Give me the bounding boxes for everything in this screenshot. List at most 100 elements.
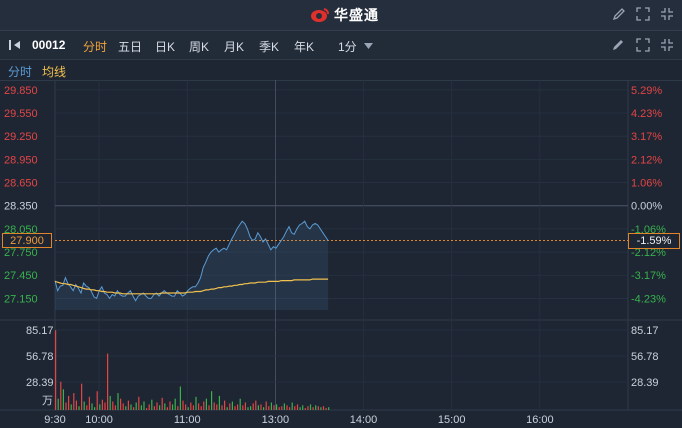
pct-tick-label: 0.00% [631,201,662,213]
volume-tick-label-right: 56.78 [631,351,659,363]
volume-bar [289,407,291,410]
time-tick-label: 11:00 [174,414,201,426]
volume-bar [244,402,246,410]
price-tick-label: 29.850 [4,85,38,97]
price-tick-label: 29.550 [4,108,38,120]
price-tick-label: 29.250 [4,131,38,143]
volume-bar [278,407,280,410]
volume-bar [299,407,301,410]
volume-tick-label: 28.39 [26,377,54,389]
volume-bar [255,400,257,410]
volume-bar [73,393,75,410]
volume-bar [138,396,140,410]
volume-bar [151,399,153,410]
volume-bar [247,407,249,410]
volume-bar [263,407,265,410]
volume-bar [107,353,109,410]
volume-bar [55,330,57,410]
volume-bar [260,404,262,410]
price-tick-label: 27.450 [4,270,38,282]
volume-bar [200,406,202,410]
volume-bar [205,398,207,410]
volume-tick-label: 85.17 [26,325,54,337]
volume-bar [276,404,278,410]
volume-bar [135,402,137,410]
pct-tick-label: -4.23% [631,293,666,305]
volume-bar [270,402,272,410]
volume-bar [208,405,210,410]
volume-bar [281,406,283,410]
volume-bar [83,401,85,410]
time-tick-label: 9:30 [44,414,65,426]
time-tick-label: 10:00 [85,414,113,426]
volume-bar [182,400,184,410]
pct-tick-label: 3.17% [631,131,662,143]
volume-bar [70,404,72,410]
volume-bar [320,407,322,410]
volume-bar [224,400,226,410]
volume-bar [257,405,259,410]
volume-bar [213,402,215,410]
volume-bar [94,407,96,410]
intraday-chart[interactable]: 29.850 5.29% 29.550 4.23% 29.250 3.17% 28.950 2… [0,0,682,428]
volume-bar [153,406,155,410]
volume-bar [229,403,231,410]
volume-unit-label: 万 [42,395,53,407]
volume-bar [328,407,330,410]
volume-bar [221,405,223,410]
volume-bar [99,404,101,410]
volume-bar [216,404,218,410]
volume-bar [198,403,200,410]
volume-bar [283,403,285,410]
volume-bar [75,400,77,410]
volume-bar [86,405,88,410]
volume-bar [122,403,124,410]
pct-tick-label: 5.29% [631,85,662,97]
pct-tick-label: 2.12% [631,154,662,166]
pct-tick-label: -3.17% [631,270,666,282]
volume-bar [117,393,119,410]
volume-bar [96,391,98,410]
volume-bar [231,401,233,410]
volume-bar [159,405,161,410]
volume-bar [109,395,111,410]
volume-bar [161,397,163,410]
volume-bar [203,401,205,410]
price-tick-label: 28.650 [4,178,38,190]
intraday-area [55,221,329,310]
pct-tick-label: 1.06% [631,178,662,190]
volume-bar [88,396,90,410]
volume-bar [169,401,171,410]
volume-bar [112,401,114,410]
volume-bar [114,405,116,410]
volume-bar [307,406,309,410]
volume-bar [185,404,187,410]
volume-bar [317,406,319,410]
volume-bar [60,381,62,410]
volume-bar [309,404,312,410]
volume-bar [302,405,304,410]
volume-bar [239,398,241,410]
volume-bar [179,386,181,410]
time-tick-label: 14:00 [350,414,378,426]
volume-bar [315,405,317,410]
volume-bar [172,404,174,410]
volume-bar [133,407,135,410]
volume-bar [190,402,192,410]
volume-bar [234,406,236,410]
volume-bar [65,402,67,410]
volume-bar [195,396,197,410]
volume-bar [81,383,83,410]
volume-bar [218,395,220,410]
volume-bar [322,406,325,410]
volume-bar [91,403,93,410]
volume-bar [127,400,129,410]
volume-bar [143,401,145,410]
volume-bar [68,395,70,410]
volume-bar [177,406,179,410]
volume-bar [273,405,275,410]
volume-bar [130,404,132,410]
volume-bar [104,402,106,410]
volume-tick-label-right: 28.39 [631,377,659,389]
volume-bar [140,405,142,410]
